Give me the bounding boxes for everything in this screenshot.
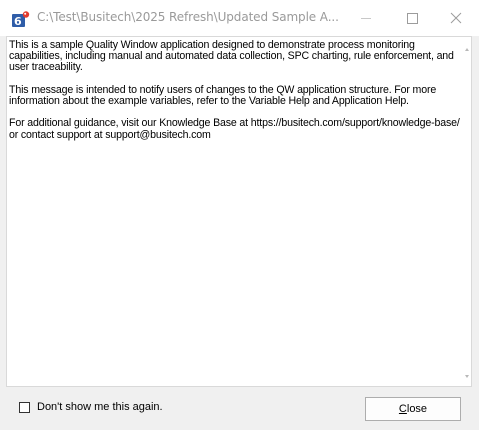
message-paragraph-2: This message is intended to notify users…: [9, 83, 437, 107]
message-textbox[interactable]: This is a sample Quality Window applicat…: [6, 36, 472, 387]
minimize-icon: [361, 18, 371, 19]
message-paragraph-1: This is a sample Quality Window applicat…: [9, 39, 454, 74]
title-bar[interactable]: 6 C:\Test\Busitech\2025 Refresh\Updated …: [0, 0, 479, 36]
maximize-icon: [407, 13, 418, 24]
scroll-up-icon[interactable]: [465, 48, 469, 51]
svg-text:6: 6: [14, 15, 22, 27]
message-dialog-window: 6 C:\Test\Busitech\2025 Refresh\Updated …: [0, 0, 479, 430]
message-paragraph-3: For additional guidance, visit our Knowl…: [9, 117, 460, 141]
minimize-button[interactable]: [343, 0, 389, 36]
close-button-mnemonic: C: [398, 403, 407, 415]
dont-show-again-label[interactable]: Don't show me this again.: [37, 401, 163, 413]
close-button-label: lose: [406, 403, 428, 415]
window-title: C:\Test\Busitech\2025 Refresh\Updated Sa…: [37, 10, 339, 24]
close-button[interactable]: Close: [365, 397, 461, 421]
maximize-button[interactable]: [389, 0, 435, 36]
close-window-button[interactable]: [433, 0, 479, 36]
message-text: This is a sample Quality Window applicat…: [9, 39, 463, 152]
dont-show-again-checkbox[interactable]: [19, 402, 30, 413]
scroll-down-icon[interactable]: [465, 375, 469, 378]
app-icon[interactable]: 6: [12, 11, 30, 28]
vertical-scrollbar[interactable]: [463, 37, 471, 386]
close-icon: [450, 12, 462, 24]
